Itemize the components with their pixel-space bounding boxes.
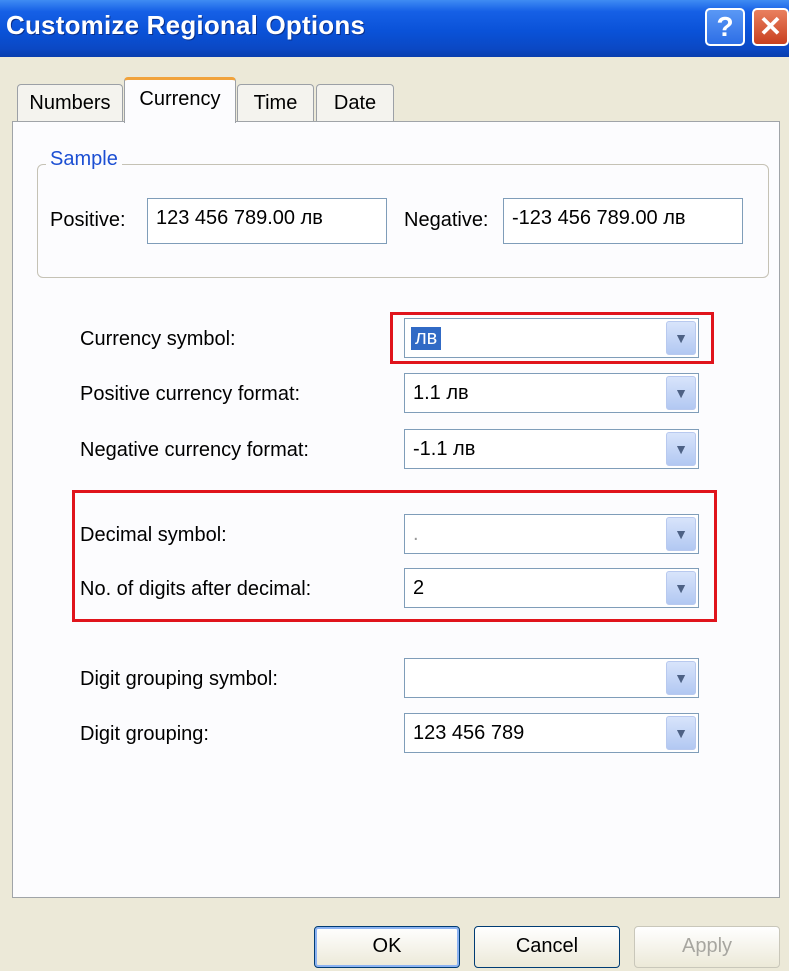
tab-currency[interactable]: Currency	[124, 77, 236, 123]
positive-format-label: Positive currency format:	[80, 383, 301, 405]
negative-format-combo[interactable]: -1.1 лв ▼	[404, 429, 699, 469]
title-bar[interactable]: Customize Regional Options ? ✕	[0, 0, 789, 57]
currency-symbol-label: Currency symbol:	[80, 328, 236, 350]
grouping-symbol-label: Digit grouping symbol:	[80, 668, 278, 690]
chevron-down-icon[interactable]: ▼	[666, 661, 696, 695]
dialog-title: Customize Regional Options	[6, 10, 366, 40]
grouping-symbol-combo[interactable]: ▼	[404, 658, 699, 698]
apply-button[interactable]: Apply	[634, 926, 780, 968]
negative-sample-label: Negative:	[404, 209, 489, 231]
negative-format-label: Negative currency format:	[80, 439, 309, 461]
digit-grouping-combo[interactable]: 123 456 789 ▼	[404, 713, 699, 753]
chevron-down-icon[interactable]: ▼	[666, 716, 696, 750]
chevron-down-icon[interactable]: ▼	[666, 376, 696, 410]
digit-grouping-value: 123 456 789	[413, 722, 525, 744]
digit-grouping-label: Digit grouping:	[80, 723, 209, 745]
cancel-button[interactable]: Cancel	[474, 926, 620, 968]
close-icon: ✕	[758, 11, 783, 42]
positive-sample-field: 123 456 789.00 лв	[147, 198, 387, 244]
sample-group-title: Sample	[46, 148, 122, 171]
positive-format-combo[interactable]: 1.1 лв ▼	[404, 373, 699, 413]
tab-numbers[interactable]: Numbers	[17, 84, 123, 122]
tab-date[interactable]: Date	[316, 84, 394, 122]
dialog-window: Customize Regional Options ? ✕ Numbers C…	[0, 0, 789, 971]
negative-sample-field: -123 456 789.00 лв	[503, 198, 743, 244]
positive-format-value: 1.1 лв	[413, 382, 469, 404]
negative-format-value: -1.1 лв	[413, 438, 476, 460]
tab-time[interactable]: Time	[237, 84, 314, 122]
decimal-settings-highlight	[72, 490, 717, 622]
close-button[interactable]: ✕	[752, 8, 789, 46]
help-button[interactable]: ?	[705, 8, 745, 46]
positive-sample-label: Positive:	[50, 209, 126, 231]
help-icon: ?	[716, 11, 734, 42]
chevron-down-icon[interactable]: ▼	[666, 432, 696, 466]
ok-button[interactable]: OK	[314, 926, 460, 968]
currency-symbol-highlight	[390, 312, 714, 364]
